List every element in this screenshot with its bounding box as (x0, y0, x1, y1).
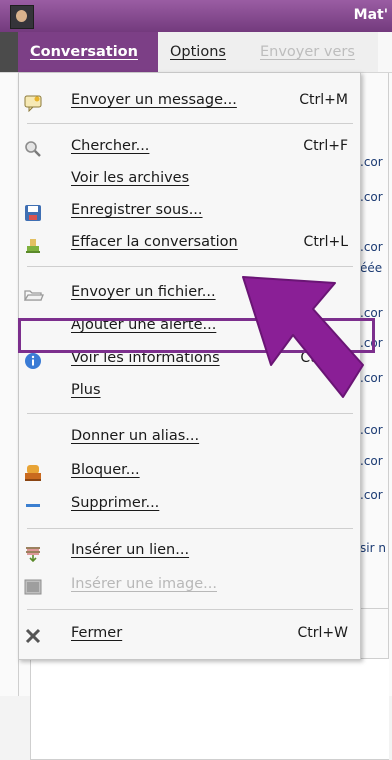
remove-icon (24, 494, 42, 512)
pointer-arrow-icon (242, 276, 364, 398)
menu-separator (27, 609, 353, 610)
menu-item-clear-conversation[interactable]: Effacer la conversation Ctrl+L (19, 225, 360, 259)
block-icon (24, 461, 42, 481)
menu-item-close[interactable]: Fermer Ctrl+W (19, 616, 360, 650)
chat-snippet: .cor (360, 423, 383, 437)
menu-options[interactable]: Options (170, 32, 226, 72)
menu-separator (27, 123, 353, 124)
chat-snippet: .cor (360, 155, 383, 169)
message-input[interactable] (30, 658, 389, 760)
menu-item-insert-link[interactable]: Insérer un lien... (19, 533, 360, 567)
avatar (10, 5, 34, 29)
menu-envoyer-vers: Envoyer vers (260, 44, 355, 60)
chat-snippet: .cor (360, 454, 383, 468)
menu-conversation[interactable]: Conversation (18, 32, 158, 72)
save-icon (24, 201, 42, 221)
window-title: Mat' (353, 7, 388, 23)
menu-item-search[interactable]: Chercher... Ctrl+F (19, 129, 360, 163)
menu-item-give-alias[interactable]: Donner un alias... (19, 419, 360, 453)
close-icon (24, 624, 42, 644)
menu-item-remove[interactable]: Supprimer... (19, 486, 360, 520)
menu-item-save-as[interactable]: Enregistrer sous... (19, 193, 360, 227)
chat-snippet: sir n (360, 541, 386, 555)
menu-item-insert-image: Insérer une image... (19, 567, 360, 601)
image-icon (24, 575, 42, 595)
chat-snippet: .cor (360, 488, 383, 502)
menu-separator (27, 528, 353, 529)
clear-icon (24, 233, 42, 253)
chat-snippet: .cor (360, 190, 383, 204)
link-icon (24, 541, 42, 563)
chat-snippet: .cor (360, 240, 383, 254)
title-bar: Mat' (0, 0, 392, 32)
menu-bar: Conversation Options Envoyer vers (0, 32, 392, 73)
menu-item-block[interactable]: Bloquer... (19, 453, 360, 487)
menu-item-view-archives[interactable]: Voir les archives (19, 161, 360, 195)
message-icon (24, 91, 42, 113)
menu-item-send-message[interactable]: Envoyer un message... Ctrl+M (19, 83, 360, 117)
search-icon (24, 137, 42, 157)
folder-icon (23, 283, 44, 301)
